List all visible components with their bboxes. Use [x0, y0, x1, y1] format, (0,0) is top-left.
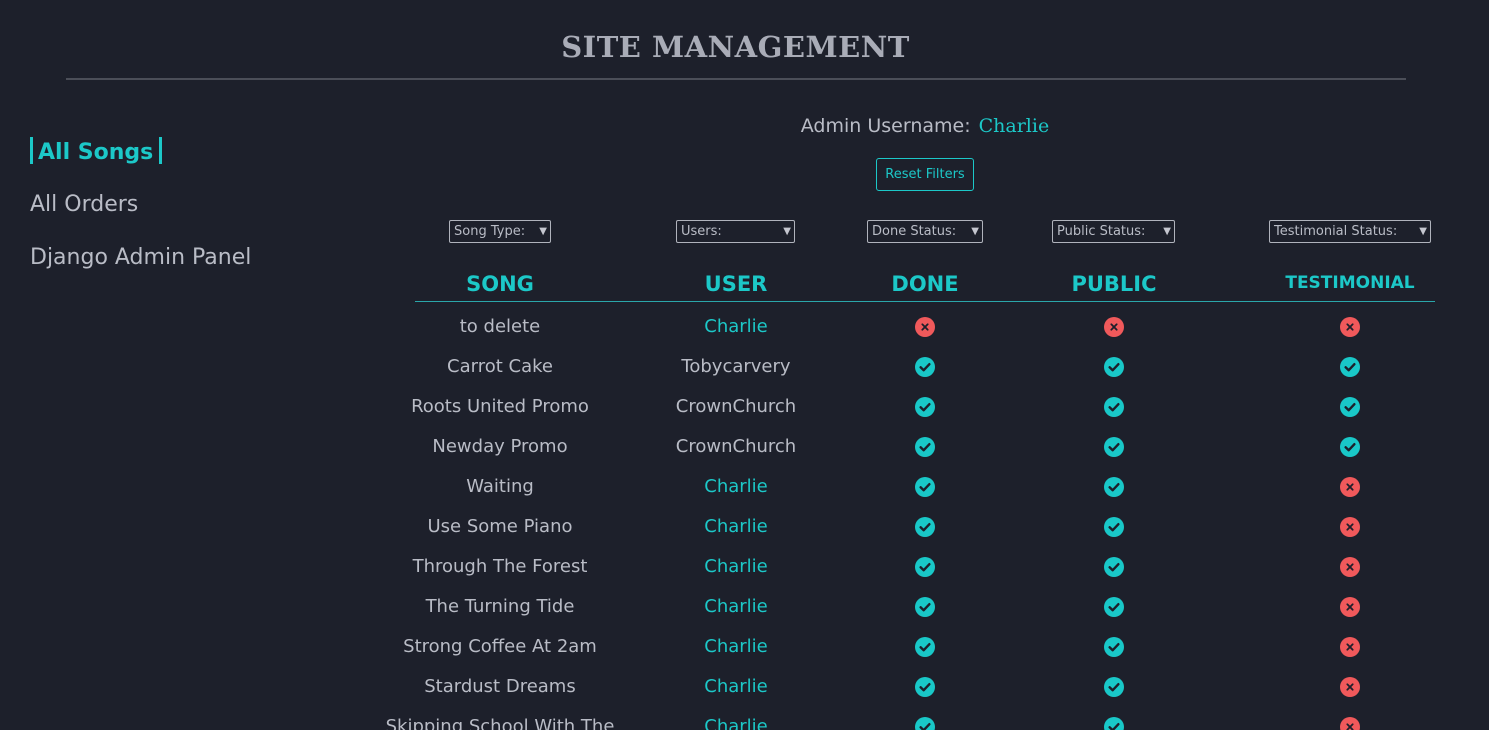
check-circle-icon [1340, 397, 1360, 417]
check-circle-icon [1340, 437, 1360, 457]
column-header-user: USER [704, 272, 768, 296]
x-circle-icon [1340, 677, 1360, 697]
table-row[interactable]: Waiting Charlie [0, 467, 1489, 507]
page-title: SITE MANAGEMENT [561, 30, 910, 64]
column-header-public: PUBLIC [1071, 272, 1157, 296]
sidebar-item-label: All Songs [38, 140, 154, 165]
check-circle-icon [915, 717, 935, 730]
sidebar-item-all-songs[interactable]: All Songs [30, 137, 251, 190]
check-circle-icon [1104, 557, 1124, 577]
user-cell[interactable]: Charlie [586, 467, 886, 507]
check-circle-icon [1104, 397, 1124, 417]
check-circle-icon [915, 437, 935, 457]
site-management-page: SITE MANAGEMENT All Songs All Orders Dja… [0, 0, 1489, 730]
check-circle-icon [1104, 717, 1124, 730]
x-circle-icon [1340, 477, 1360, 497]
check-circle-icon [915, 557, 935, 577]
admin-username-value: Charlie [978, 115, 1050, 137]
public-status-filter[interactable]: Public Status: ▼ [1052, 220, 1175, 243]
chevron-down-icon: ▼ [1419, 226, 1427, 237]
table-header-divider [415, 301, 1435, 302]
table-row[interactable]: Stardust Dreams Charlie [0, 667, 1489, 707]
user-cell[interactable]: CrownChurch [586, 387, 886, 427]
x-circle-icon [1340, 317, 1360, 337]
table-row[interactable]: Newday Promo CrownChurch [0, 427, 1489, 467]
table-row[interactable]: The Turning Tide Charlie [0, 587, 1489, 627]
done-status-filter[interactable]: Done Status: ▼ [867, 220, 983, 243]
x-circle-icon [1340, 597, 1360, 617]
chevron-down-icon: ▼ [971, 226, 979, 237]
x-circle-icon [915, 317, 935, 337]
done-status-filter-value: Done Status: [872, 224, 957, 239]
check-circle-icon [1104, 597, 1124, 617]
testimonial-status-filter-value: Testimonial Status: [1274, 224, 1398, 239]
user-cell[interactable]: Charlie [586, 587, 886, 627]
sidebar: All Songs All Orders Django Admin Panel [30, 137, 251, 296]
user-cell[interactable]: CrownChurch [586, 427, 886, 467]
x-circle-icon [1340, 517, 1360, 537]
sidebar-item-django-admin-panel[interactable]: Django Admin Panel [30, 243, 251, 296]
column-header-testimonial: TESTIMONIAL [1285, 273, 1415, 293]
check-circle-icon [915, 637, 935, 657]
column-header-song: SONG [466, 272, 534, 296]
chevron-down-icon: ▼ [539, 226, 547, 237]
user-cell[interactable]: Charlie [586, 307, 886, 347]
x-circle-icon [1340, 637, 1360, 657]
user-cell[interactable]: Charlie [586, 547, 886, 587]
check-circle-icon [1340, 357, 1360, 377]
users-filter[interactable]: Users: ▼ [676, 220, 795, 243]
check-circle-icon [915, 677, 935, 697]
check-circle-icon [1104, 357, 1124, 377]
table-row[interactable]: Through The Forest Charlie [0, 547, 1489, 587]
sidebar-item-label: All Orders [30, 192, 139, 217]
check-circle-icon [1104, 677, 1124, 697]
song-type-filter-value: Song Type: [454, 224, 526, 239]
user-cell[interactable]: Charlie [586, 507, 886, 547]
user-cell[interactable]: Charlie [586, 667, 886, 707]
table-row[interactable]: Carrot Cake Tobycarvery [0, 347, 1489, 387]
title-divider [66, 78, 1406, 80]
check-circle-icon [1104, 477, 1124, 497]
reset-filters-button[interactable]: Reset Filters [876, 158, 974, 191]
chevron-down-icon: ▼ [1163, 226, 1171, 237]
column-header-done: DONE [891, 272, 959, 296]
table-row[interactable]: to delete Charlie [0, 307, 1489, 347]
public-status-filter-value: Public Status: [1057, 224, 1146, 239]
check-circle-icon [915, 357, 935, 377]
table-row[interactable]: Roots United Promo CrownChurch [0, 387, 1489, 427]
user-cell[interactable]: Tobycarvery [586, 347, 886, 387]
active-marker-right [159, 137, 163, 164]
active-marker-left [30, 137, 33, 164]
table-row[interactable]: Strong Coffee At 2am Charlie [0, 627, 1489, 667]
song-type-filter[interactable]: Song Type: ▼ [449, 220, 551, 243]
check-circle-icon [1104, 517, 1124, 537]
testimonial-status-filter[interactable]: Testimonial Status: ▼ [1269, 220, 1431, 243]
table-row[interactable]: Skipping School With The Charlie [0, 707, 1489, 730]
admin-username: Admin Username: Charlie [0, 115, 1489, 137]
check-circle-icon [915, 397, 935, 417]
chevron-down-icon: ▼ [783, 226, 791, 237]
check-circle-icon [915, 477, 935, 497]
check-circle-icon [1104, 437, 1124, 457]
table-row[interactable]: Use Some Piano Charlie [0, 507, 1489, 547]
users-filter-value: Users: [681, 224, 722, 239]
sidebar-item-all-orders[interactable]: All Orders [30, 190, 251, 243]
admin-username-label: Admin Username: [800, 115, 971, 137]
x-circle-icon [1104, 317, 1124, 337]
user-cell[interactable]: Charlie [586, 627, 886, 667]
sidebar-item-label: Django Admin Panel [30, 245, 252, 270]
check-circle-icon [915, 517, 935, 537]
x-circle-icon [1340, 557, 1360, 577]
check-circle-icon [1104, 637, 1124, 657]
user-cell[interactable]: Charlie [586, 707, 886, 730]
x-circle-icon [1340, 717, 1360, 730]
check-circle-icon [915, 597, 935, 617]
